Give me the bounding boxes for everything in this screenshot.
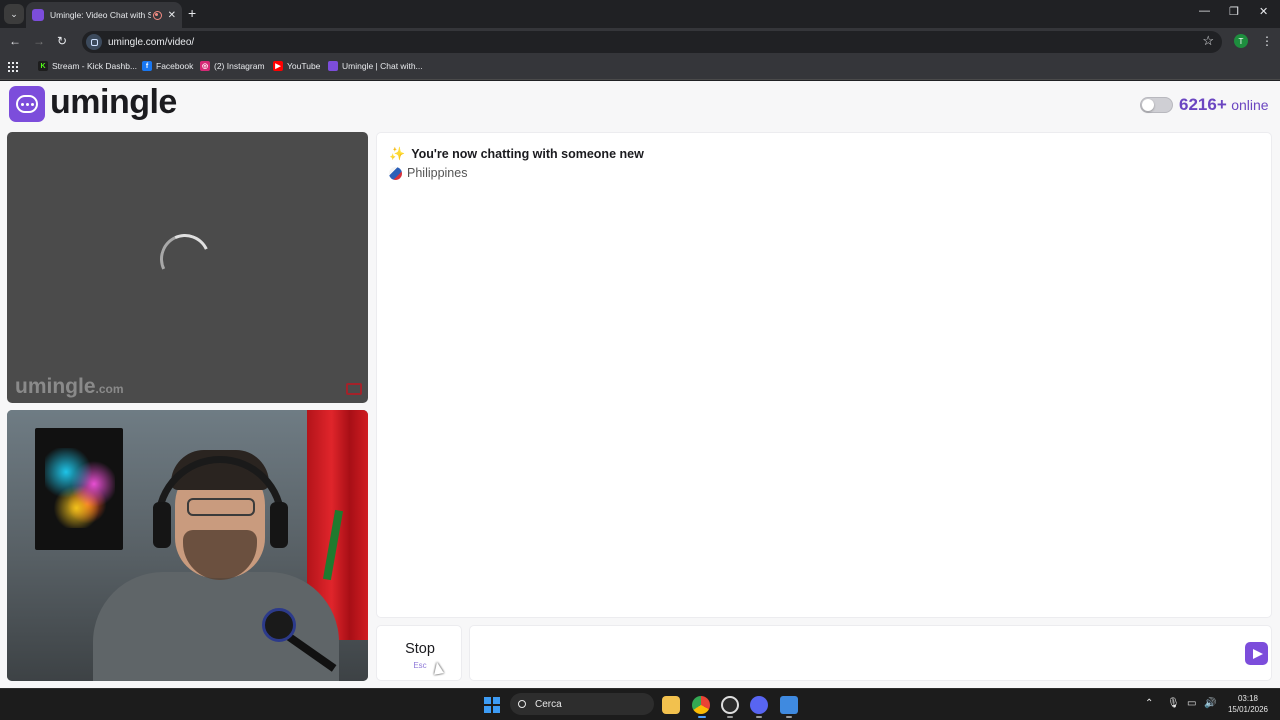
chat-log: ✨ You're now chatting with someone new P… [376, 132, 1272, 618]
volume-icon[interactable]: 🔊 [1204, 698, 1216, 709]
obs-icon[interactable] [721, 696, 739, 714]
reload-icon[interactable]: ↻ [57, 34, 67, 48]
online-label: online [1231, 97, 1269, 113]
bookmark-item[interactable]: ◎ (2) Instagram [200, 61, 265, 71]
chat-status-line: ✨ You're now chatting with someone new [389, 146, 644, 162]
mouse-cursor-icon [432, 661, 444, 675]
bookmark-item[interactable]: ▶ YouTube [273, 61, 320, 71]
bookmark-label: Umingle | Chat with... [342, 61, 423, 71]
bookmark-label: (2) Instagram [214, 61, 265, 71]
profile-avatar[interactable]: T [1234, 34, 1248, 48]
umingle-logo-icon[interactable] [9, 86, 45, 122]
kick-icon: K [38, 61, 48, 71]
new-tab-button[interactable]: + [188, 5, 196, 21]
search-icon [518, 700, 526, 708]
logo-text[interactable]: umingle [50, 83, 177, 122]
tab-search-icon[interactable]: ⌄ [4, 4, 24, 24]
browser-menu-icon[interactable]: ⋮ [1261, 34, 1273, 48]
stop-shortcut-hint: Esc [413, 661, 427, 670]
youtube-icon: ▶ [273, 61, 283, 71]
tab-close-icon[interactable]: ✕ [168, 10, 176, 21]
network-icon[interactable]: ▭ [1187, 698, 1196, 709]
partner-country: Philippines [407, 166, 468, 180]
restore-icon[interactable]: ❐ [1229, 5, 1239, 18]
online-counter: 6216+ online [1179, 95, 1269, 115]
bookmark-item[interactable]: K Stream - Kick Dashb... [38, 61, 137, 71]
file-explorer-icon[interactable] [662, 696, 680, 714]
umingle-favicon-icon [32, 9, 44, 21]
facebook-icon: f [142, 61, 152, 71]
bookmark-label: Stream - Kick Dashb... [52, 61, 138, 71]
sparkle-icon: ✨ [389, 146, 406, 161]
browser-tab-bar: ⌄ Umingle: Video Chat with S ✕ + — ❐ ✕ [0, 0, 1280, 28]
windows-taskbar: Cerca ⌃ 🎙 ▭ 🔊 03:18 15/01/2026 [0, 688, 1280, 720]
start-menu-icon[interactable] [484, 697, 500, 713]
taskbar-search[interactable]: Cerca [510, 693, 654, 715]
umingle-icon [328, 61, 338, 71]
chat-status-text: You're now chatting with someone new [411, 147, 644, 161]
notepad-icon[interactable] [780, 696, 798, 714]
tab-title: Umingle: Video Chat with S [50, 10, 151, 20]
message-input[interactable] [480, 640, 1220, 668]
taskbar-clock[interactable]: 03:18 15/01/2026 [1224, 693, 1272, 715]
stop-button[interactable]: Stop Esc [376, 625, 462, 681]
video-watermark: umingle.com [15, 375, 124, 399]
bookmarks-bar: K Stream - Kick Dashb... f Facebook ◎ (2) Ins… [0, 56, 1280, 80]
stranger-video: umingle.com [7, 132, 368, 403]
forward-icon[interactable]: → [33, 34, 45, 48]
bookmark-label: Facebook [156, 61, 194, 71]
browser-tab-umingle[interactable]: Umingle: Video Chat with S ✕ [26, 2, 182, 28]
tray-mic-icon[interactable]: 🎙 [1167, 698, 1180, 709]
report-flag-icon[interactable] [346, 383, 362, 395]
clock-time: 03:18 [1237, 694, 1259, 703]
stop-label: Stop [405, 641, 435, 657]
self-video [7, 410, 368, 681]
bookmark-star-icon[interactable]: ☆ [1202, 33, 1214, 49]
send-icon [1252, 648, 1263, 659]
partner-country-line: Philippines [389, 166, 467, 180]
philippines-flag-icon [389, 166, 402, 180]
chrome-icon[interactable] [692, 696, 710, 714]
send-button[interactable] [1245, 642, 1268, 665]
site-info-icon[interactable] [86, 34, 102, 50]
microphone [262, 608, 296, 642]
discord-icon[interactable] [750, 696, 768, 714]
tray-overflow-icon[interactable]: ⌃ [1145, 698, 1153, 709]
message-box[interactable] [469, 625, 1272, 681]
theme-toggle[interactable] [1140, 97, 1173, 113]
url-text: umingle.com/video/ [108, 36, 195, 48]
recording-icon [152, 10, 162, 20]
apps-grid-icon[interactable] [8, 62, 18, 72]
person-body [93, 572, 339, 681]
bookmark-label: YouTube [287, 61, 321, 71]
browser-toolbar: ← → ↻ umingle.com/video/ ☆ T ⋮ [0, 28, 1280, 56]
umingle-page: umingle 6216+ online umingle.com ✨ You'r… [0, 81, 1280, 688]
watermark-suffix: .com [95, 382, 124, 396]
taskbar-search-label: Cerca [535, 698, 562, 710]
bookmark-item[interactable]: f Facebook [142, 61, 193, 71]
loading-spinner-icon [152, 226, 218, 292]
wall-painting [35, 428, 123, 550]
online-count: 6216+ [1179, 95, 1227, 114]
clock-date: 15/01/2026 [1227, 705, 1269, 714]
back-icon[interactable]: ← [9, 34, 21, 48]
address-bar[interactable]: umingle.com/video/ ☆ [82, 31, 1222, 53]
minimize-icon[interactable]: — [1199, 5, 1210, 17]
bookmark-item[interactable]: Umingle | Chat with... [328, 61, 423, 71]
window-close-icon[interactable]: ✕ [1259, 5, 1268, 18]
watermark-main: umingle [15, 375, 96, 398]
instagram-icon: ◎ [200, 61, 210, 71]
